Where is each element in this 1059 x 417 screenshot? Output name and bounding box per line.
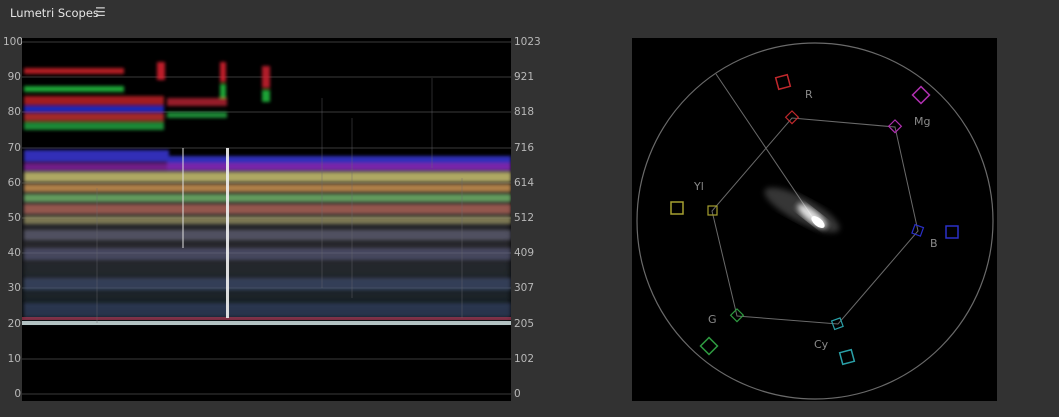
scale-label: 409 — [514, 247, 535, 259]
scale-label: 512 — [514, 212, 535, 224]
target-label-cy: Cy — [814, 338, 829, 351]
scale-label: 0 — [514, 388, 521, 400]
vectorscope: R Mg B Cy G Yl — [632, 38, 997, 401]
target-label-r: R — [805, 88, 813, 101]
target-label-yl: Yl — [693, 180, 704, 193]
scale-label: 100 — [3, 36, 24, 48]
scale-label: 818 — [514, 106, 535, 118]
scale-label: 102 — [514, 353, 535, 365]
target-label-b: B — [930, 237, 938, 250]
scale-label: 60 — [7, 177, 21, 189]
scale-label: 80 — [7, 106, 21, 118]
scale-label: 90 — [7, 71, 21, 83]
scale-label: 50 — [7, 212, 21, 224]
hamburger-menu-icon[interactable]: ☰ — [95, 5, 106, 19]
scale-label: 30 — [7, 282, 21, 294]
scale-label: 205 — [514, 318, 535, 330]
scale-label: 0 — [14, 388, 21, 400]
scale-label: 10 — [7, 353, 21, 365]
scale-label: 40 — [7, 247, 21, 259]
scale-label: 716 — [514, 142, 535, 154]
scale-label: 1023 — [514, 36, 541, 48]
scale-label: 921 — [514, 71, 535, 83]
scale-label: 614 — [514, 177, 535, 189]
scale-label: 307 — [514, 282, 535, 294]
target-label-mg: Mg — [914, 115, 930, 128]
panel-header: Lumetri Scopes ☰ — [0, 0, 1059, 28]
waveform-scope — [22, 38, 511, 401]
scale-label: 70 — [7, 142, 21, 154]
scale-label: 20 — [7, 318, 21, 330]
panel-title: Lumetri Scopes — [10, 6, 99, 20]
target-label-g: G — [708, 313, 717, 326]
